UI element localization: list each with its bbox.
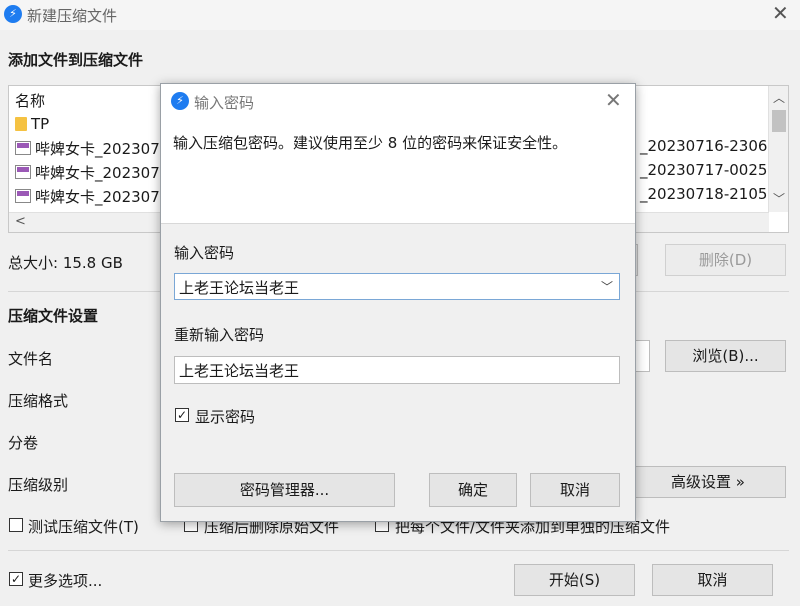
test-archive-label[interactable]: 测试压缩文件(T): [28, 516, 139, 537]
repeat-password-label: 重新输入密码: [174, 326, 265, 344]
list-item-name: 哔婢女卡_2023071: [35, 163, 170, 182]
dialog-cancel-button[interactable]: 取消: [530, 473, 620, 507]
close-icon[interactable]: ✕: [605, 90, 622, 110]
more-options-checkbox[interactable]: ✓: [9, 572, 23, 586]
more-options-label[interactable]: 更多选项...: [28, 570, 102, 591]
list-item-name: 哔婢女卡_2023071: [35, 139, 170, 158]
dialog-title: 输入密码: [194, 94, 255, 112]
password-label: 输入密码: [174, 244, 235, 262]
list-item[interactable]: TP: [15, 113, 49, 135]
repeat-password-value[interactable]: 上老王论坛当老王: [179, 360, 299, 381]
list-item[interactable]: 哔婢女卡_2023071: [15, 185, 169, 207]
divider: [8, 550, 789, 551]
start-button[interactable]: 开始(S): [514, 564, 635, 596]
test-archive-checkbox[interactable]: [9, 518, 23, 532]
app-logo-icon: ⚡: [171, 92, 189, 110]
cancel-button[interactable]: 取消: [652, 564, 773, 596]
chevron-down-icon[interactable]: ﹀: [601, 278, 613, 295]
chevron-left-icon[interactable]: <: [15, 214, 26, 229]
video-file-icon: [15, 141, 31, 155]
window-title: 新建压缩文件: [27, 7, 118, 25]
checkmark-icon: ✓: [176, 408, 188, 422]
dialog-description-panel: 输入压缩包密码。建议使用至少 8 位的密码来保证安全性。: [161, 116, 635, 224]
password-value[interactable]: 上老王论坛当老王: [179, 277, 299, 298]
level-label: 压缩级别: [8, 476, 69, 494]
list-item-detail: _20230718-21054: [640, 185, 777, 203]
browse-button[interactable]: 浏览(B)...: [665, 340, 786, 372]
column-header-name[interactable]: 名称: [15, 90, 45, 111]
total-size: 总大小: 15.8 GB: [8, 254, 123, 272]
format-label: 压缩格式: [8, 392, 69, 410]
close-icon[interactable]: ✕: [772, 3, 789, 23]
app-logo-icon: ⚡: [4, 5, 22, 23]
list-item-name: TP: [31, 115, 50, 133]
add-files-heading: 添加文件到压缩文件: [8, 51, 144, 69]
list-item-detail: _20230717-00252: [640, 161, 777, 179]
filename-label: 文件名: [8, 350, 54, 368]
show-password-label[interactable]: 显示密码: [195, 406, 255, 427]
checkmark-icon: ✓: [10, 572, 22, 586]
delete-button[interactable]: 删除(D): [665, 244, 786, 276]
password-combobox[interactable]: 上老王论坛当老王 ﹀: [174, 273, 620, 300]
split-label: 分卷: [8, 434, 39, 452]
dialog-titlebar: ⚡ 输入密码 ✕: [161, 84, 635, 116]
list-item[interactable]: 哔婢女卡_2023071: [15, 137, 169, 159]
list-item-name: 哔婢女卡_2023071: [35, 187, 170, 206]
video-file-icon: [15, 189, 31, 203]
password-manager-button[interactable]: 密码管理器...: [174, 473, 395, 507]
settings-heading: 压缩文件设置: [8, 307, 99, 325]
video-file-icon: [15, 165, 31, 179]
show-password-checkbox[interactable]: ✓: [175, 408, 189, 422]
list-item[interactable]: 哔婢女卡_2023071: [15, 161, 169, 183]
advanced-settings-button[interactable]: 高级设置 »: [630, 466, 786, 498]
titlebar: ⚡ 新建压缩文件 ✕: [0, 0, 800, 30]
repeat-password-field[interactable]: 上老王论坛当老王: [174, 356, 620, 384]
scroll-thumb[interactable]: [772, 110, 786, 132]
dialog-description: 输入压缩包密码。建议使用至少 8 位的密码来保证安全性。: [173, 134, 568, 152]
folder-icon: [15, 117, 27, 131]
chevron-down-icon[interactable]: ﹀: [773, 190, 785, 207]
list-item-detail: _20230716-23060: [640, 137, 777, 155]
ok-button[interactable]: 确定: [429, 473, 517, 507]
password-dialog: ⚡ 输入密码 ✕ 输入压缩包密码。建议使用至少 8 位的密码来保证安全性。 输入…: [160, 83, 636, 522]
chevron-up-icon[interactable]: ︿: [773, 89, 785, 106]
vertical-scrollbar[interactable]: ︿ ﹀: [768, 86, 788, 212]
